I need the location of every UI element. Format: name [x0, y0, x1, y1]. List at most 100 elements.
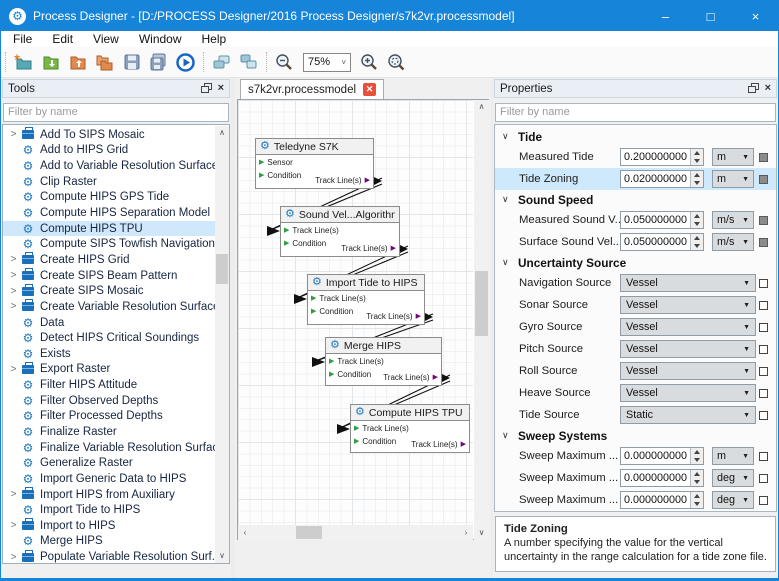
tools-filter-input[interactable] — [3, 103, 229, 122]
menu-help[interactable]: Help — [192, 31, 237, 47]
value-dropdown[interactable]: Vessel▼ — [620, 340, 756, 358]
scroll-thumb[interactable] — [296, 526, 322, 539]
expander-icon[interactable]: > — [7, 270, 20, 281]
value-dropdown[interactable]: Vessel▼ — [620, 274, 756, 292]
menu-edit[interactable]: Edit — [42, 31, 83, 47]
spinner-buttons[interactable] — [690, 212, 703, 228]
tool-item[interactable]: >Export Raster — [3, 362, 229, 378]
value-spinbox[interactable]: 0.000000000 — [620, 469, 704, 487]
document-tab[interactable]: s7k2vr.processmodel ✕ — [240, 79, 384, 99]
tool-item[interactable]: ⚙Data — [3, 315, 229, 331]
tool-item[interactable]: ⚙Add to HIPS Grid — [3, 143, 229, 159]
tool-item[interactable]: ⚙Compute HIPS TPU — [3, 221, 229, 237]
process-node[interactable]: ⚙Import Tide to HIPS▶Track Line(s)▶Condi… — [307, 274, 425, 325]
input-port[interactable]: ▶Track Line(s) — [326, 354, 441, 367]
spinner-buttons[interactable] — [690, 234, 703, 250]
properties-filter-input[interactable] — [495, 103, 776, 122]
tool-item[interactable]: ⚙Filter Observed Depths — [3, 393, 229, 409]
arrange-layers-alt-button[interactable] — [235, 49, 262, 75]
zoom-out-button[interactable] — [271, 49, 298, 75]
value-dropdown[interactable]: Vessel▼ — [620, 362, 756, 380]
scroll-thumb[interactable] — [475, 271, 488, 336]
value-spinbox[interactable]: 0.050000000 — [620, 211, 704, 229]
expander-icon[interactable]: > — [7, 301, 20, 312]
scroll-right-icon[interactable]: › — [459, 525, 473, 540]
value-spinbox[interactable]: 0.000000000 — [620, 447, 704, 465]
export-model-button[interactable] — [64, 49, 91, 75]
tool-item[interactable]: ⚙Filter HIPS Attitude — [3, 377, 229, 393]
link-indicator-checkbox[interactable] — [759, 496, 768, 505]
link-indicator-checkbox[interactable] — [759, 238, 768, 247]
open-model-button[interactable] — [37, 49, 64, 75]
unit-dropdown[interactable]: m/s▼ — [712, 211, 754, 229]
tool-item[interactable]: ⚙Finalize Raster — [3, 424, 229, 440]
scroll-thumb[interactable] — [216, 254, 228, 284]
tool-item[interactable]: >Create SIPS Beam Pattern — [3, 268, 229, 284]
link-indicator-checkbox[interactable] — [759, 345, 768, 354]
property-row[interactable]: Measured Sound V...0.050000000m/s▼ — [495, 209, 776, 231]
unit-dropdown[interactable]: m▼ — [712, 447, 754, 465]
expander-icon[interactable]: > — [7, 129, 20, 140]
tool-item[interactable]: ⚙Import Tide to HIPS — [3, 502, 229, 518]
zoom-fit-button[interactable] — [383, 49, 410, 75]
value-spinbox[interactable]: 0.000000000 — [620, 491, 704, 509]
property-row[interactable]: Heave SourceVessel▼ — [495, 382, 776, 404]
input-port[interactable]: ▶Sensor — [256, 155, 373, 168]
zoom-in-button[interactable] — [356, 49, 383, 75]
value-spinbox[interactable]: 0.020000000 — [620, 170, 704, 188]
chevron-down-icon[interactable]: ∨ — [502, 430, 512, 441]
minimize-button[interactable]: – — [643, 1, 688, 31]
scroll-down-icon[interactable]: ∨ — [474, 526, 489, 540]
tool-item[interactable]: >Create HIPS Grid — [3, 252, 229, 268]
property-row[interactable]: Pitch SourceVessel▼ — [495, 338, 776, 360]
chevron-down-icon[interactable]: ∨ — [502, 194, 512, 205]
close-button[interactable]: × — [733, 1, 778, 31]
process-node[interactable]: ⚙Compute HIPS TPU▶Track Line(s)▶Conditio… — [350, 404, 470, 453]
arrange-layers-button[interactable] — [208, 49, 235, 75]
save-button[interactable] — [118, 49, 145, 75]
output-port[interactable]: Track Line(s)▶ — [411, 440, 466, 449]
property-row[interactable]: Sonar SourceVessel▼ — [495, 294, 776, 316]
unit-dropdown[interactable]: deg▼ — [712, 469, 754, 487]
link-indicator-checkbox[interactable] — [759, 153, 768, 162]
tool-item[interactable]: ⚙Add to Variable Resolution Surface — [3, 158, 229, 174]
section-header[interactable]: ∨Tide — [495, 127, 776, 146]
link-indicator-checkbox[interactable] — [759, 279, 768, 288]
spinner-buttons[interactable] — [690, 492, 703, 508]
scroll-up-icon[interactable]: ∧ — [474, 100, 489, 114]
tool-item[interactable]: >Populate Variable Resolution Surf... — [3, 549, 229, 564]
chevron-down-icon[interactable]: ∨ — [502, 131, 512, 142]
process-node[interactable]: ⚙Teledyne S7K▶Sensor▶ConditionTrack Line… — [255, 138, 374, 189]
tool-item[interactable]: ⚙Compute HIPS Separation Model — [3, 205, 229, 221]
menu-window[interactable]: Window — [129, 31, 192, 47]
process-node[interactable]: ⚙Sound Vel...Algorithm▶Track Line(s)▶Con… — [280, 206, 400, 257]
scroll-down-icon[interactable]: ∨ — [215, 549, 229, 563]
save-all-button[interactable] — [145, 49, 172, 75]
tool-item[interactable]: >Add To SIPS Mosaic — [3, 127, 229, 143]
new-model-button[interactable]: ★ — [10, 49, 37, 75]
close-panel-icon[interactable]: × — [218, 83, 224, 94]
link-indicator-checkbox[interactable] — [759, 367, 768, 376]
menu-view[interactable]: View — [83, 31, 129, 47]
tool-item[interactable]: ⚙Clip Raster — [3, 174, 229, 190]
scroll-left-icon[interactable]: ‹ — [238, 525, 252, 540]
link-indicator-checkbox[interactable] — [759, 301, 768, 310]
output-port[interactable]: Track Line(s)▶ — [366, 312, 421, 321]
property-row[interactable]: Roll SourceVessel▼ — [495, 360, 776, 382]
section-header[interactable]: ∨Uncertainty Source — [495, 253, 776, 272]
section-header[interactable]: ∨Sweep Systems — [495, 426, 776, 445]
zoom-level-select[interactable]: 75%˅ — [303, 53, 351, 72]
link-indicator-checkbox[interactable] — [759, 474, 768, 483]
property-row[interactable]: Tide Zoning0.020000000m▼ — [495, 168, 776, 190]
unit-dropdown[interactable]: m▼ — [712, 148, 754, 166]
tool-item[interactable]: ⚙Detect HIPS Critical Soundings — [3, 330, 229, 346]
tool-item[interactable]: >Create Variable Resolution Surface — [3, 299, 229, 315]
value-dropdown[interactable]: Vessel▼ — [620, 296, 756, 314]
value-dropdown[interactable]: Vessel▼ — [620, 384, 756, 402]
tool-item[interactable]: ⚙Finalize Variable Resolution Surface — [3, 440, 229, 456]
maximize-button[interactable]: □ — [688, 1, 733, 31]
tool-item[interactable]: ⚙Compute SIPS Towfish Navigation — [3, 236, 229, 252]
tool-item[interactable]: ⚙Generalize Raster — [3, 455, 229, 471]
tool-item[interactable]: ⚙Filter Processed Depths — [3, 409, 229, 425]
tab-close-icon[interactable]: ✕ — [363, 83, 376, 96]
